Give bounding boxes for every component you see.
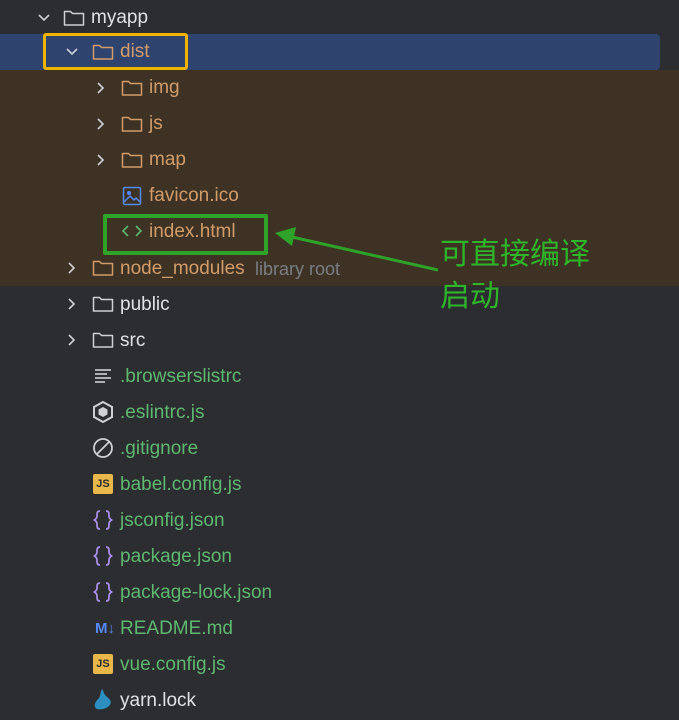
folder-icon [121, 113, 143, 135]
js-badge-text: JS [96, 658, 110, 670]
tree-row-yarn-lock[interactable]: yarn.lock [0, 682, 679, 718]
chevron-down-icon[interactable] [37, 11, 51, 25]
folder-icon [92, 293, 114, 315]
annotation-line-2: 启动 [440, 279, 500, 314]
eslint-icon [92, 401, 114, 423]
yarn-icon [92, 688, 114, 710]
js-file-icon: JS [93, 474, 113, 494]
image-file-icon [121, 185, 143, 207]
tree-label-babel-config: babel.config.js [120, 474, 242, 495]
chevron-right-icon[interactable] [94, 153, 108, 167]
highlight-box-dist [43, 33, 188, 70]
annotation-line-1: 可直接编译 [440, 237, 590, 272]
folder-icon [121, 149, 143, 171]
tree-label-myapp: myapp [91, 7, 149, 28]
json-file-icon [92, 545, 114, 567]
folder-icon [92, 257, 114, 279]
tree-row-vue-config[interactable]: JS vue.config.js [0, 646, 679, 682]
tree-row-jsconfig[interactable]: jsconfig.json [0, 502, 679, 538]
tree-label-eslintrc: .eslintrc.js [120, 402, 205, 423]
json-file-icon [92, 581, 114, 603]
chevron-right-icon[interactable] [94, 117, 108, 131]
js-file-icon: JS [93, 654, 113, 674]
json-file-icon [92, 509, 114, 531]
tree-row-readme[interactable]: M↓ README.md [0, 610, 679, 646]
tree-row-favicon[interactable]: favicon.ico [0, 178, 679, 214]
tree-row-browserslistrc[interactable]: .browserslistrc [0, 358, 679, 394]
library-root-hint: library root [255, 259, 341, 279]
highlight-box-index-html [103, 214, 268, 255]
tree-row-map[interactable]: map [0, 142, 679, 178]
tree-row-js[interactable]: js [0, 106, 679, 142]
ignore-file-icon [92, 437, 114, 459]
chevron-right-icon[interactable] [65, 297, 79, 311]
folder-icon [121, 77, 143, 99]
tree-label-vue-config: vue.config.js [120, 654, 226, 675]
tree-row-src[interactable]: src [0, 322, 679, 358]
tree-label-yarn-lock: yarn.lock [120, 690, 197, 711]
chevron-right-icon[interactable] [65, 261, 79, 275]
tree-label-img: img [149, 77, 180, 98]
tree-row-gitignore[interactable]: .gitignore [0, 430, 679, 466]
annotation-text: 可直接编译 启动 [440, 234, 590, 318]
project-tree: myapp dist img js map favicon.ico index.… [0, 0, 679, 720]
tree-label-map: map [149, 149, 186, 170]
tree-label-browserslistrc: .browserslistrc [120, 366, 242, 387]
tree-label-gitignore: .gitignore [120, 438, 199, 459]
text-file-icon [92, 365, 114, 387]
tree-label-node-modules: node_modules [120, 258, 245, 279]
tree-label-favicon: favicon.ico [149, 185, 239, 206]
tree-row-babel-config[interactable]: JS babel.config.js [0, 466, 679, 502]
tree-label-package-lock: package-lock.json [120, 582, 273, 603]
tree-label-readme: README.md [120, 618, 233, 639]
markdown-file-icon: M↓ [91, 617, 119, 639]
tree-label-public: public [120, 294, 170, 315]
tree-label-package-json: package.json [120, 546, 232, 567]
tree-row-eslintrc[interactable]: .eslintrc.js [0, 394, 679, 430]
tree-label-js: js [149, 113, 163, 134]
tree-label-jsconfig: jsconfig.json [120, 510, 225, 531]
markdown-badge-text: M↓ [95, 619, 115, 637]
tree-row-package-json[interactable]: package.json [0, 538, 679, 574]
tree-label-src: src [120, 330, 146, 351]
chevron-right-icon[interactable] [65, 333, 79, 347]
tree-row-img[interactable]: img [0, 70, 679, 106]
chevron-right-icon[interactable] [94, 81, 108, 95]
tree-row-myapp[interactable]: myapp [0, 0, 679, 36]
folder-icon [92, 329, 114, 351]
js-badge-text: JS [96, 478, 110, 490]
folder-icon [63, 7, 85, 29]
tree-row-package-lock[interactable]: package-lock.json [0, 574, 679, 610]
